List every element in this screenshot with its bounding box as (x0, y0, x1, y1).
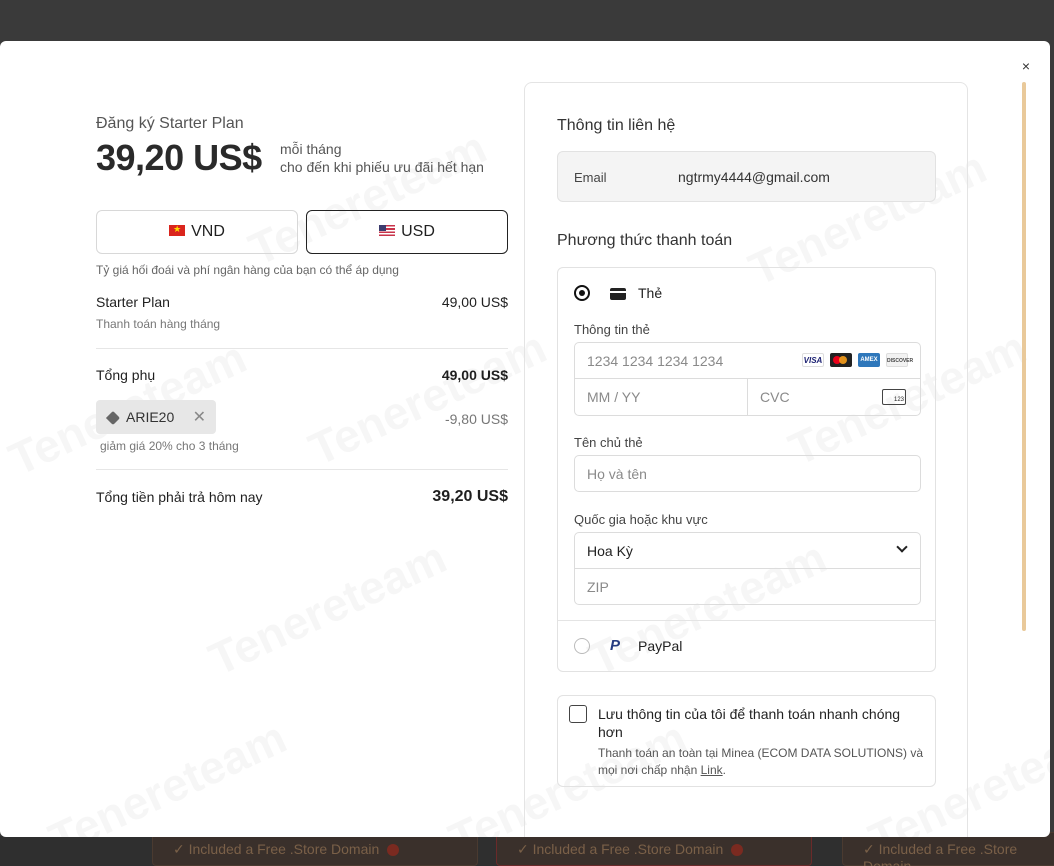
mastercard-icon (830, 353, 852, 367)
period-line: cho đến khi phiếu ưu đãi hết hạn (280, 159, 484, 175)
divider (96, 348, 508, 349)
scrollbar[interactable] (1022, 82, 1026, 631)
contact-title: Thông tin liên hệ (557, 117, 676, 134)
checkout-modal: Tenereteam Tenereteam Tenereteam Teneret… (0, 41, 1050, 837)
currency-label: VND (191, 223, 225, 240)
cvc-placeholder: CVC (760, 389, 790, 405)
country-label: Quốc gia hoặc khu vực (574, 512, 708, 527)
us-flag-icon (379, 225, 396, 237)
save-info-desc-text: Thanh toán an toàn tại Minea (ECOM DATA … (598, 746, 924, 777)
payment-title: Phương thức thanh toán (557, 232, 733, 249)
total-row: Tổng tiền phải trả hôm nay 39,20 US$ (96, 488, 508, 505)
currency-usd-button[interactable]: USD (306, 210, 508, 254)
item-price: 49,00 US$ (441, 294, 508, 310)
currency-label: USD (401, 223, 435, 240)
plan-period: mỗi tháng cho đến khi phiếu ưu đãi hết h… (280, 140, 484, 176)
expiry-input[interactable]: MM / YY (575, 379, 748, 415)
save-info-label: Lưu thông tin của tôi để thanh toán nhan… (598, 706, 901, 740)
credit-card-icon (610, 288, 626, 300)
email-label: Email (574, 170, 607, 185)
coupon-discount: -9,80 US$ (444, 411, 508, 427)
subtotal-value: 49,00 US$ (441, 367, 508, 383)
line-item: Starter Plan 49,00 US$ (96, 294, 508, 310)
cvc-input[interactable]: CVC 123 (748, 379, 920, 415)
coupon-chip: ARIE20 ✕ (96, 400, 216, 434)
background-card-text: Included a Free .Store Domain (863, 841, 1018, 866)
paypal-icon: P (610, 637, 621, 654)
background-card-text: Included a Free .Store Domain (532, 841, 724, 857)
close-button[interactable]: × (1022, 58, 1030, 74)
period-line: mỗi tháng (280, 141, 342, 157)
card-radio[interactable] (574, 285, 590, 301)
total-label: Tổng tiền phải trả hôm nay (96, 489, 263, 505)
background-card-text: Included a Free .Store Domain (188, 841, 380, 857)
chevron-down-icon (896, 541, 908, 553)
zip-input[interactable]: ZIP (575, 569, 920, 605)
card-option-label: Thẻ (638, 285, 663, 301)
coupon-desc: giảm giá 20% cho 3 tháng (100, 439, 239, 453)
currency-vnd-button[interactable]: VND (96, 210, 298, 254)
paypal-radio[interactable] (574, 638, 590, 654)
item-billing: Thanh toán hàng tháng (96, 317, 221, 331)
exchange-rate-note: Tỷ giá hối đoái và phí ngân hàng của bạn… (96, 263, 399, 277)
save-info-box: Lưu thông tin của tôi để thanh toán nhan… (557, 695, 936, 787)
country-value: Hoa Kỳ (587, 543, 633, 559)
zip-placeholder: ZIP (587, 579, 609, 595)
info-icon (387, 844, 400, 857)
background-plan-card: ✓ Included a Free .Store Domain (842, 832, 1054, 866)
info-icon (731, 844, 744, 857)
watermark: Tenereteam (201, 530, 455, 687)
background-plan-card: ✓ Included a Free .Store Domain (152, 832, 478, 866)
card-number-placeholder: 1234 1234 1234 1234 (587, 353, 724, 369)
background-plan-card: ✓ Included a Free .Store Domain (496, 832, 812, 866)
paypal-label: PayPal (638, 638, 683, 654)
divider (558, 620, 935, 621)
period-text: . (722, 763, 726, 777)
payment-panel: Thông tin liên hệ Email ngtrmy4444@gmail… (524, 82, 968, 837)
email-value: ngtrmy4444@gmail.com (678, 169, 830, 185)
vietnam-flag-icon (169, 224, 186, 237)
discover-icon: DISCOVER (886, 353, 913, 367)
coupon-code: ARIE20 (126, 409, 175, 425)
amex-icon: AMEX (858, 353, 880, 367)
cardholder-input[interactable]: Họ và tên (574, 455, 921, 492)
email-field[interactable]: Email ngtrmy4444@gmail.com (557, 151, 936, 202)
save-info-checkbox[interactable] (569, 705, 587, 723)
cardholder-placeholder: Họ và tên (587, 466, 647, 482)
remove-coupon-icon[interactable]: ✕ (193, 407, 206, 427)
subtotal-label: Tổng phụ (96, 367, 156, 383)
address-group: Hoa Kỳ ZIP (574, 532, 921, 605)
cardholder-label: Tên chủ thẻ (574, 435, 643, 450)
save-info-desc: Thanh toán an toàn tại Minea (ECOM DATA … (598, 745, 928, 779)
expiry-placeholder: MM / YY (587, 389, 641, 405)
item-name: Starter Plan (96, 294, 170, 310)
cvc-card-icon: 123 (882, 389, 906, 405)
card-info-group: 1234 1234 1234 1234 VISA AMEX DISCOVER M… (574, 342, 921, 416)
divider (96, 469, 508, 470)
plan-subtitle: Đăng ký Starter Plan (96, 115, 244, 132)
visa-icon: VISA (802, 353, 824, 367)
watermark: Tenereteam (41, 710, 295, 837)
plan-price: 39,20 US$ (96, 137, 262, 178)
card-number-input[interactable]: 1234 1234 1234 1234 VISA AMEX DISCOVER (575, 343, 920, 379)
subtotal-row: Tổng phụ 49,00 US$ (96, 367, 508, 383)
total-value: 39,20 US$ (432, 488, 508, 505)
country-select[interactable]: Hoa Kỳ (575, 533, 920, 569)
tag-icon (105, 411, 121, 426)
payment-methods: Thẻ Thông tin thẻ 1234 1234 1234 1234 VI… (557, 267, 936, 672)
card-info-label: Thông tin thẻ (574, 322, 650, 337)
link-anchor[interactable]: Link (701, 763, 723, 777)
